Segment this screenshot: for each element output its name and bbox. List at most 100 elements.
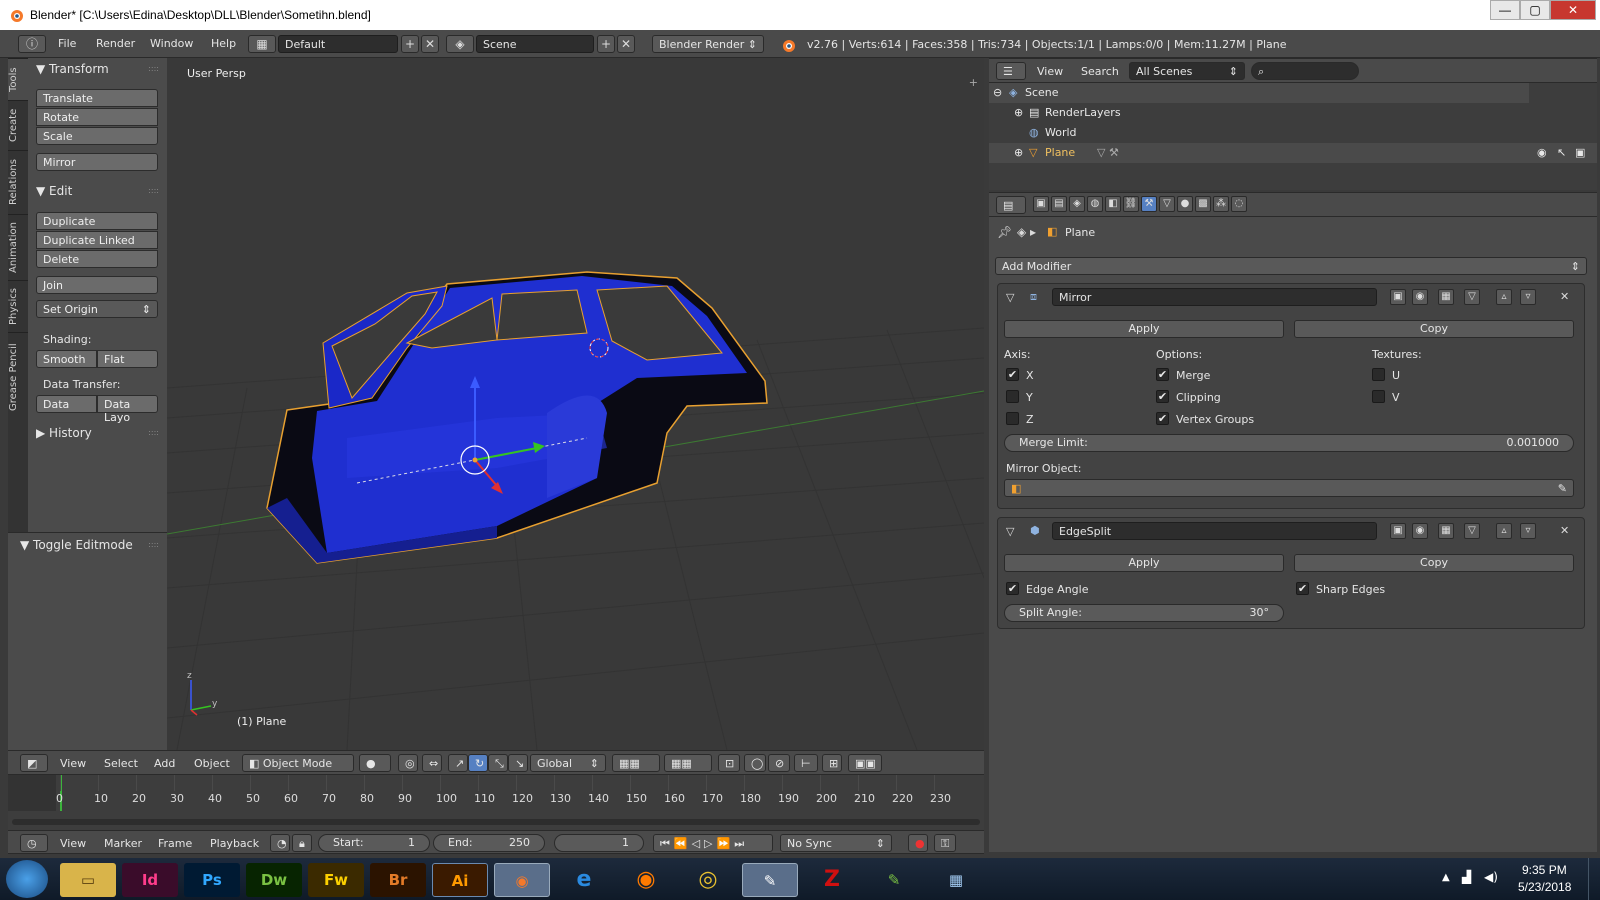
- collapse-arrow-icon[interactable]: ▽: [1006, 525, 1014, 538]
- menu-add[interactable]: Add: [154, 757, 175, 770]
- render-preview-icon[interactable]: ▣▣: [848, 754, 882, 772]
- remove-modifier-icon[interactable]: ✕: [1560, 290, 1569, 303]
- paint-icon[interactable]: ✎: [742, 863, 798, 897]
- axis-z-checkbox[interactable]: [1006, 412, 1019, 425]
- editor-type-info-icon[interactable]: ⓘ: [18, 35, 46, 53]
- screen-layout-field[interactable]: Default: [278, 35, 398, 53]
- layers-grid-2[interactable]: ▦▦: [664, 754, 712, 772]
- scene-icon[interactable]: ◈: [446, 35, 474, 53]
- display-mode-select[interactable]: All Scenes ⇕: [1129, 62, 1245, 80]
- indesign-icon[interactable]: Id: [122, 863, 178, 897]
- editmode-toggle-icon[interactable]: ▦: [1438, 523, 1454, 539]
- collapse-arrow-icon[interactable]: ▽: [1006, 291, 1014, 304]
- add-modifier-select[interactable]: Add Modifier ⇕: [995, 257, 1587, 275]
- car-body-mesh[interactable]: [266, 271, 768, 564]
- keying-set-icon[interactable]: ⚿: [934, 834, 956, 852]
- bridge-icon[interactable]: Br: [370, 863, 426, 897]
- flat-button[interactable]: Flat: [97, 350, 158, 368]
- menu-marker[interactable]: Marker: [104, 837, 142, 850]
- tab-tools[interactable]: Tools: [8, 58, 28, 100]
- timeline-scrollbar[interactable]: [12, 819, 980, 825]
- internet-explorer-icon[interactable]: e: [556, 863, 612, 897]
- data-button[interactable]: Data: [36, 395, 97, 413]
- texture-tab-icon[interactable]: ▩: [1195, 196, 1211, 212]
- menu-view[interactable]: View: [1037, 65, 1063, 78]
- remove-scene-icon[interactable]: ✕: [617, 35, 635, 53]
- clock-date[interactable]: 5/23/2018: [1518, 880, 1571, 894]
- editor-type-3d-icon[interactable]: ◩: [20, 754, 48, 772]
- constraints-tab-icon[interactable]: ⛓: [1123, 196, 1139, 212]
- remove-layout-icon[interactable]: ✕: [421, 35, 439, 53]
- object-tab-icon[interactable]: ◧: [1105, 196, 1121, 212]
- menu-render[interactable]: Render: [96, 37, 135, 50]
- panel-grip-icon[interactable]: ::::: [148, 540, 159, 549]
- panel-grip-icon[interactable]: ::::: [148, 186, 159, 195]
- outliner-row-world[interactable]: ◍ World: [989, 123, 1529, 143]
- outliner-search-input[interactable]: ⌕: [1251, 62, 1359, 80]
- 3d-viewport[interactable]: y z User Persp (1) Plane +: [167, 58, 984, 750]
- rotate-manipulator-icon[interactable]: ↻: [468, 754, 488, 772]
- modifiers-tab-icon[interactable]: ⚒: [1141, 196, 1157, 212]
- panel-grip-icon[interactable]: ::::: [148, 64, 159, 73]
- viewport-scene[interactable]: y z: [167, 58, 984, 750]
- file-explorer-icon[interactable]: ▭: [60, 863, 116, 897]
- sync-select[interactable]: No Sync ⇕: [780, 834, 892, 852]
- lock-layers-icon[interactable]: ⊡: [718, 754, 740, 772]
- scene-tab-icon[interactable]: ◈: [1069, 196, 1085, 212]
- lock-icon[interactable]: 🔒︎: [292, 834, 312, 852]
- editor-type-properties-icon[interactable]: ▤: [996, 196, 1026, 214]
- viewport-shading-icon[interactable]: ●: [359, 754, 391, 772]
- clipping-checkbox[interactable]: ✔: [1156, 390, 1169, 403]
- preview-range-icon[interactable]: ◔: [270, 834, 290, 852]
- smooth-button[interactable]: Smooth: [36, 350, 97, 368]
- tab-grease-pencil[interactable]: Grease Pencil: [8, 332, 28, 422]
- add-layout-icon[interactable]: +: [401, 35, 419, 53]
- menu-search[interactable]: Search: [1081, 65, 1119, 78]
- tab-physics[interactable]: Physics: [8, 280, 28, 332]
- outliner-row-scene[interactable]: ⊖ ◈ Scene: [989, 83, 1529, 103]
- merge-checkbox[interactable]: ✔: [1156, 368, 1169, 381]
- editor-type-outliner-icon[interactable]: ☰: [996, 62, 1026, 80]
- edgesplit-apply-button[interactable]: Apply: [1004, 554, 1284, 572]
- axis-x-checkbox[interactable]: ✔: [1006, 368, 1019, 381]
- mirror-apply-button[interactable]: Apply: [1004, 320, 1284, 338]
- render-toggle-icon[interactable]: ▣: [1390, 523, 1406, 539]
- sharp-edges-checkbox[interactable]: ✔: [1296, 582, 1309, 595]
- split-angle-slider[interactable]: Split Angle: 30°: [1004, 604, 1284, 622]
- cage-toggle-icon[interactable]: ▽: [1464, 289, 1480, 305]
- timeline[interactable]: 0 10 20 30 40 50 60 70 80 90 100 110 120 130 140 150 160…: [8, 775, 984, 830]
- translate-manipulator-icon[interactable]: ↗: [448, 754, 468, 772]
- screen-layout-icon[interactable]: ▦: [248, 35, 276, 53]
- calculator-icon[interactable]: ▦: [928, 863, 984, 897]
- world-tab-icon[interactable]: ◍: [1087, 196, 1103, 212]
- playback-controls[interactable]: ⏮⏪◁▷⏩⏭: [653, 834, 773, 852]
- vertex-groups-checkbox[interactable]: ✔: [1156, 412, 1169, 425]
- rotate-button[interactable]: Rotate: [36, 108, 158, 126]
- viewport-toggle-icon[interactable]: ◉: [1412, 523, 1428, 539]
- tab-create[interactable]: Create: [8, 100, 28, 150]
- scale-manipulator-icon[interactable]: ⤡: [488, 754, 508, 772]
- eyedropper-icon[interactable]: ✎: [1558, 482, 1567, 495]
- manipulator-toggle-icon[interactable]: ⇔: [422, 754, 442, 772]
- edgesplit-name-field[interactable]: EdgeSplit: [1052, 522, 1377, 540]
- start-frame-field[interactable]: Start: 1: [318, 834, 430, 852]
- move-down-icon[interactable]: ▿: [1520, 523, 1536, 539]
- add-scene-icon[interactable]: +: [597, 35, 615, 53]
- delete-button[interactable]: Delete: [36, 250, 158, 268]
- render-layers-tab-icon[interactable]: ▤: [1051, 196, 1067, 212]
- mode-select[interactable]: ◧ Object Mode: [242, 754, 354, 772]
- duplicate-linked-button[interactable]: Duplicate Linked: [36, 231, 158, 249]
- cage-toggle-icon[interactable]: ▽: [1464, 523, 1480, 539]
- mirror-name-field[interactable]: Mirror: [1052, 288, 1377, 306]
- network-icon[interactable]: ▟: [1462, 870, 1471, 884]
- end-frame-field[interactable]: End: 250: [433, 834, 545, 852]
- panel-grip-icon[interactable]: ::::: [148, 428, 159, 437]
- proportional-edit-icon[interactable]: ◯: [744, 754, 766, 772]
- particles-tab-icon[interactable]: ⁂: [1213, 196, 1229, 212]
- editor-type-timeline-icon[interactable]: ◷: [20, 834, 48, 852]
- move-up-icon[interactable]: ▵: [1496, 289, 1512, 305]
- mirror-object-field[interactable]: ◧ ✎: [1004, 479, 1574, 497]
- close-button[interactable]: ✕: [1550, 0, 1596, 20]
- scale-button[interactable]: Scale: [36, 127, 158, 145]
- firefox-icon[interactable]: ◉: [618, 863, 674, 897]
